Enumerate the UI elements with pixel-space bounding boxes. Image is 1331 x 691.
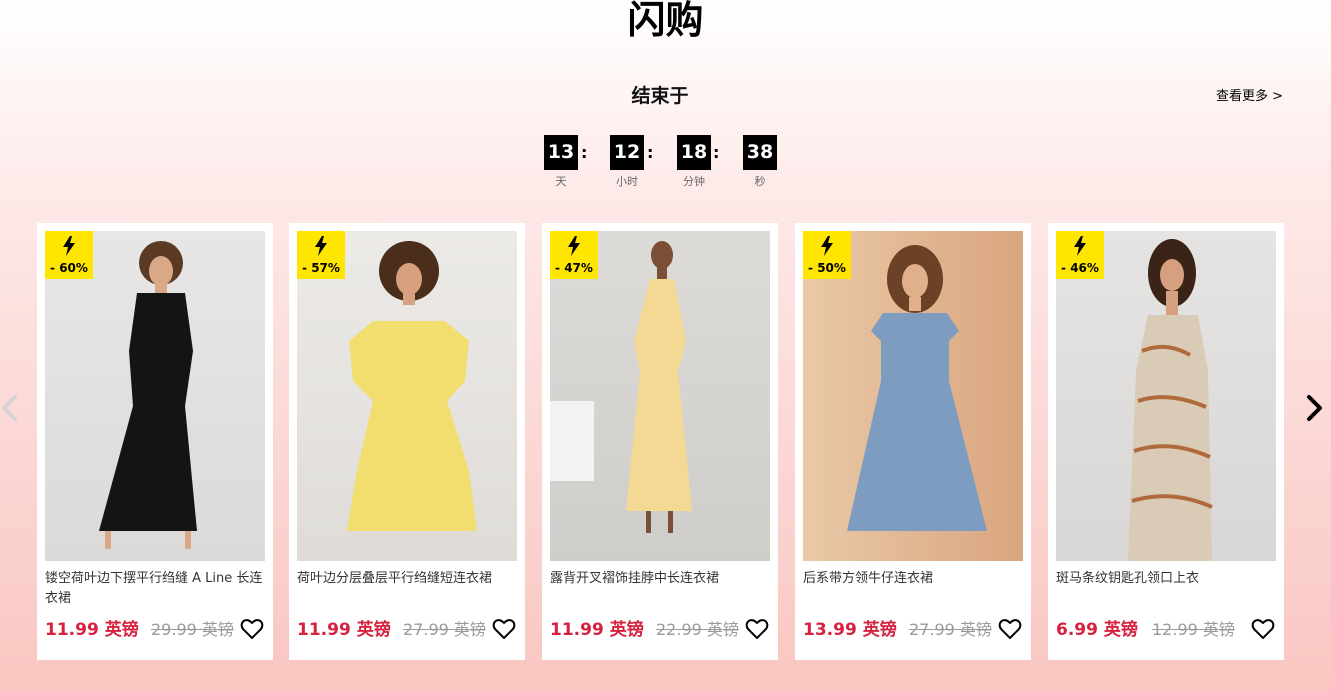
original-price: 22.99 英镑 (656, 620, 739, 639)
timer-separator: : (581, 143, 588, 162)
product-name[interactable]: 镂空荷叶边下摆平行绉缝 A Line 长连衣裙 (45, 569, 267, 609)
countdown-hours: 12 小时 (610, 135, 644, 190)
hours-label: 小时 (616, 175, 638, 188)
discount-badge: - 57% (297, 231, 345, 279)
model-photo-icon (99, 241, 197, 549)
discount-text: - 57% (302, 261, 340, 275)
product-name[interactable]: 荷叶边分层叠层平行绉缝短连衣裙 (297, 569, 519, 589)
original-price: 27.99 英镑 (403, 620, 486, 639)
original-price: 29.99 英镑 (151, 620, 234, 639)
product-image[interactable]: - 46% (1056, 231, 1276, 561)
discount-badge: - 50% (803, 231, 851, 279)
product-image[interactable]: - 47% (550, 231, 770, 561)
timer-separator: : (713, 143, 720, 162)
wishlist-heart-icon[interactable] (745, 617, 769, 641)
flash-sale-title: 闪购 (627, 0, 704, 42)
product-image[interactable]: - 60% (45, 231, 265, 561)
lightning-icon (568, 236, 580, 256)
hours-value: 12 (610, 135, 644, 170)
model-photo-icon (550, 241, 692, 533)
wishlist-heart-icon[interactable] (998, 617, 1022, 641)
product-card[interactable]: - 47% 露背开叉褶饰挂脖中长连衣裙 11.99 英镑 22.99 英镑 (542, 223, 778, 660)
model-photo-icon (847, 245, 987, 531)
chevron-left-icon (2, 395, 17, 421)
ends-in-label: 结束于 (631, 85, 689, 107)
product-card[interactable]: - 57% 荷叶边分层叠层平行绉缝短连衣裙 11.99 英镑 27.99 英镑 (289, 223, 525, 660)
countdown-minutes: 18 分钟 (677, 135, 711, 190)
carousel-next-button[interactable] (1303, 392, 1325, 424)
product-card[interactable]: - 46% 斑马条纹钥匙孔领口上衣 6.99 英镑 12.99 英镑 (1048, 223, 1284, 660)
days-value: 13 (544, 135, 578, 170)
lightning-icon (63, 236, 75, 256)
timer-separator: : (647, 143, 654, 162)
model-photo-icon (1128, 239, 1213, 561)
see-more-link[interactable]: 查看更多 > (1216, 88, 1283, 106)
seconds-label: 秒 (754, 175, 766, 188)
discount-badge: - 47% (550, 231, 598, 279)
product-card[interactable]: - 60% 镂空荷叶边下摆平行绉缝 A Line 长连衣裙 11.99 英镑 2… (37, 223, 273, 660)
countdown-timer: 13 天 : 12 小时 : 18 分钟 : 38 秒 (544, 135, 784, 195)
discount-text: - 47% (555, 261, 593, 275)
product-name[interactable]: 后系带方领牛仔连衣裙 (803, 569, 1025, 589)
days-label: 天 (555, 175, 567, 188)
discount-badge: - 60% (45, 231, 93, 279)
carousel-prev-button[interactable] (0, 392, 22, 424)
sale-price: 11.99 英镑 (45, 620, 139, 640)
seconds-value: 38 (743, 135, 777, 170)
lightning-icon (315, 236, 327, 256)
wishlist-heart-icon[interactable] (492, 617, 516, 641)
countdown-seconds: 38 秒 (743, 135, 777, 190)
lightning-icon (821, 236, 833, 256)
minutes-value: 18 (677, 135, 711, 170)
countdown-days: 13 天 (544, 135, 578, 190)
model-photo-icon (347, 241, 477, 531)
product-image[interactable]: - 57% (297, 231, 517, 561)
minutes-label: 分钟 (683, 175, 705, 188)
original-price: 27.99 英镑 (909, 620, 992, 639)
product-card[interactable]: - 50% 后系带方领牛仔连衣裙 13.99 英镑 27.99 英镑 (795, 223, 1031, 660)
discount-text: - 60% (50, 261, 88, 275)
discount-text: - 46% (1061, 261, 1099, 275)
discount-badge: - 46% (1056, 231, 1104, 279)
sale-price: 11.99 英镑 (297, 620, 391, 640)
wishlist-heart-icon[interactable] (240, 617, 264, 641)
sale-price: 11.99 英镑 (550, 620, 644, 640)
wishlist-heart-icon[interactable] (1251, 617, 1275, 641)
lightning-icon (1074, 236, 1086, 256)
product-name[interactable]: 斑马条纹钥匙孔领口上衣 (1056, 569, 1278, 589)
chevron-right-icon (1307, 395, 1322, 421)
original-price: 12.99 英镑 (1152, 620, 1235, 639)
discount-text: - 50% (808, 261, 846, 275)
sale-price: 6.99 英镑 (1056, 620, 1138, 640)
product-name[interactable]: 露背开叉褶饰挂脖中长连衣裙 (550, 569, 772, 589)
sale-price: 13.99 英镑 (803, 620, 897, 640)
product-image[interactable]: - 50% (803, 231, 1023, 561)
